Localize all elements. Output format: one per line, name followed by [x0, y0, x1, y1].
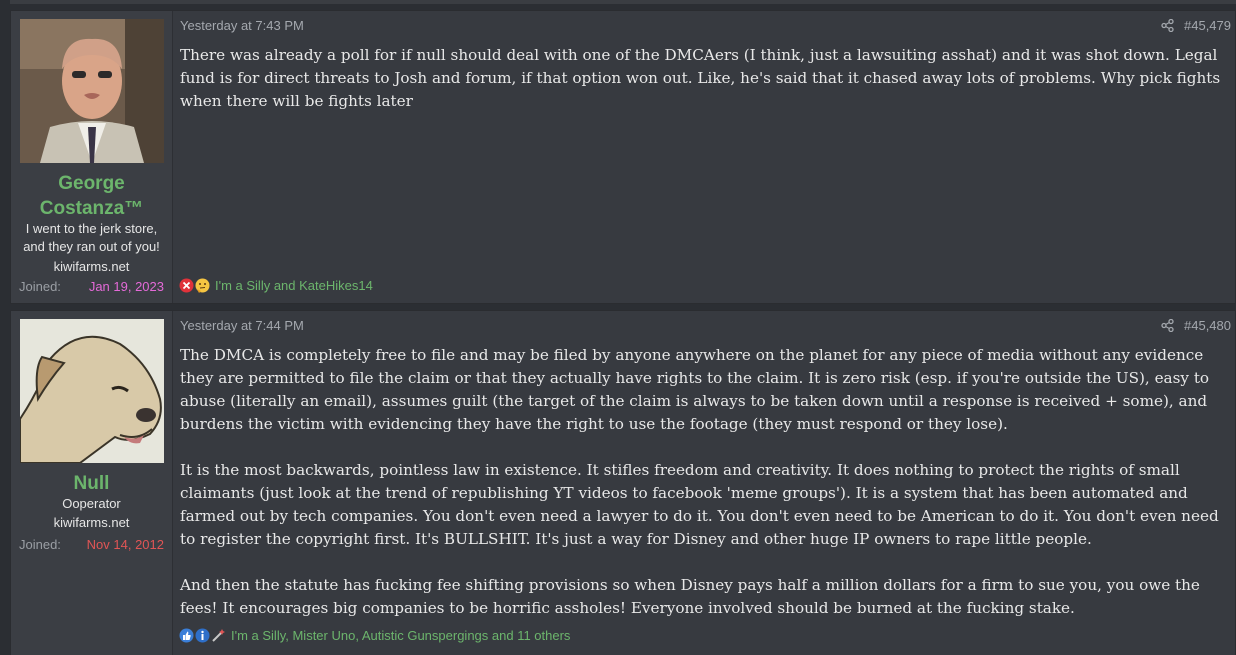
user-title-line: and they ran out of you! — [23, 239, 160, 254]
joined-date: Nov 14, 2012 — [86, 537, 164, 552]
wand-icon — [212, 629, 225, 642]
user-cell: George Costanza™ I went to the jerk stor… — [11, 11, 173, 303]
user-site: kiwifarms.net — [53, 259, 130, 274]
joined-label: Joined: — [19, 279, 61, 294]
username[interactable]: George Costanza™ — [11, 171, 172, 221]
post-paragraph: It is the most backwards, pointless law … — [180, 461, 1219, 548]
previous-post-edge — [10, 0, 1236, 4]
user-site: kiwifarms.net — [53, 515, 130, 530]
post-body: There was already a poll for if null sho… — [180, 44, 1231, 113]
share-icon[interactable] — [1161, 19, 1174, 32]
username[interactable]: Null — [11, 471, 172, 496]
post-paragraph: And then the statute has fucking fee shi… — [180, 576, 1200, 617]
avatar[interactable] — [20, 19, 164, 163]
username-line: George — [58, 173, 125, 194]
post: Null Ooperator kiwifarms.net Joined: Nov… — [10, 310, 1236, 655]
reactions-text[interactable]: I'm a Silly and KateHikes14 — [215, 278, 373, 293]
info-icon — [195, 628, 210, 643]
thinking-face-icon — [195, 278, 210, 293]
x-circle-icon — [179, 278, 194, 293]
reactions-bar[interactable]: I'm a Silly, Mister Uno, Autistic Gunspe… — [179, 628, 570, 643]
user-title: Ooperator — [62, 496, 121, 511]
post-paragraph: There was already a poll for if null sho… — [180, 46, 1221, 110]
user-title-line: I went to the jerk store, — [25, 221, 158, 236]
share-icon[interactable] — [1161, 319, 1174, 332]
post-date[interactable]: Yesterday at 7:43 PM — [180, 18, 304, 33]
reactions-bar[interactable]: I'm a Silly and KateHikes14 — [179, 278, 373, 293]
user-cell: Null Ooperator kiwifarms.net Joined: Nov… — [11, 311, 173, 655]
post: George Costanza™ I went to the jerk stor… — [10, 10, 1236, 304]
avatar-image — [20, 319, 164, 463]
user-title: I went to the jerk store, and they ran o… — [11, 220, 172, 256]
post-body: The DMCA is completely free to file and … — [180, 344, 1231, 620]
post-number[interactable]: #45,480 — [1184, 318, 1231, 333]
avatar[interactable] — [20, 319, 164, 463]
thumbs-up-icon — [179, 628, 194, 643]
joined-label: Joined: — [19, 537, 61, 552]
post-meta: #45,480 — [1161, 318, 1231, 333]
post-meta: #45,479 — [1161, 18, 1231, 33]
post-number[interactable]: #45,479 — [1184, 18, 1231, 33]
reactions-text[interactable]: I'm a Silly, Mister Uno, Autistic Gunspe… — [231, 628, 570, 643]
username-line: Costanza™ — [39, 198, 144, 219]
joined-date: Jan 19, 2023 — [88, 279, 164, 294]
post-paragraph: The DMCA is completely free to file and … — [180, 346, 1210, 433]
post-date[interactable]: Yesterday at 7:44 PM — [180, 318, 304, 333]
avatar-image — [20, 19, 164, 163]
